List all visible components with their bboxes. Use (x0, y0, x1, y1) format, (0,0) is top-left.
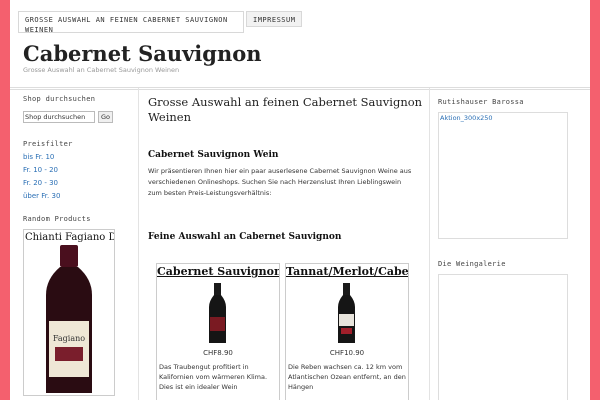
product-price: CHF10.90 (329, 349, 365, 357)
site-title[interactable]: Cabernet Sauvignon (23, 41, 262, 66)
main-content: Grosse Auswahl an feinen Cabernet Sauvig… (148, 95, 428, 242)
random-product-card[interactable]: Chianti Fagiano DOCG Fagiano (23, 229, 115, 396)
product-card[interactable]: Cabernet Sauvignon California CHF8.90 Da… (156, 263, 280, 400)
product-card[interactable]: Tannat/Merlot/Cabernet Franc, Maldonado … (285, 263, 409, 400)
ad-banner-box[interactable]: Aktion_300x250 (438, 112, 568, 239)
price-link-10-20[interactable]: Fr. 10 - 20 (23, 166, 138, 174)
price-link-over-30[interactable]: über Fr. 30 (23, 192, 138, 200)
random-product-title[interactable]: Chianti Fagiano DOCG (24, 230, 114, 243)
intro-text: Wir präsentieren Ihnen hier ein paar aus… (148, 167, 412, 197)
weingalerie-box[interactable] (438, 274, 568, 400)
top-navigation: GROSSE AUSWAHL AN FEINEN CABERNET SAUVIG… (18, 11, 303, 34)
product-bottle-image[interactable] (157, 281, 279, 345)
site-description: Grosse Auswahl an Cabernet Sauvignon Wei… (23, 66, 180, 74)
weingalerie-widget-title: Die Weingalerie (438, 260, 506, 268)
product-bottle-image[interactable] (286, 281, 408, 345)
product-price: CHF8.90 (203, 349, 233, 357)
bottle-label-text: Fagiano (53, 334, 85, 343)
intro-heading: Cabernet Sauvignon Wein (148, 150, 279, 160)
right-sidebar: Rutishauser Barossa Aktion_300x250 Die W… (438, 98, 568, 400)
column-divider-left (138, 88, 139, 400)
rutishauser-widget-title: Rutishauser Barossa (438, 98, 524, 106)
product-description: Das Traubengut profitiert in Kalifornien… (159, 363, 268, 391)
wine-bottle-image[interactable]: Fagiano (24, 243, 114, 393)
nav-tab-impressum[interactable]: IMPRESSUM (246, 11, 303, 27)
product-description: Die Reben wachsen ca. 12 km vom Atlantis… (288, 363, 406, 391)
nav-tab-home[interactable]: GROSSE AUSWAHL AN FEINEN CABERNET SAUVIG… (18, 11, 244, 34)
section-heading: Feine Auswahl an Cabernet Sauvignon (148, 232, 342, 242)
price-link-under-10[interactable]: bis Fr. 10 (23, 153, 138, 161)
page: GROSSE AUSWAHL AN FEINEN CABERNET SAUVIG… (10, 0, 590, 400)
ad-image-link[interactable]: Aktion_300x250 (439, 113, 567, 123)
search-form: Shop durchsuchen Go (23, 111, 138, 123)
left-sidebar: Shop durchsuchen Shop durchsuchen Go Pre… (23, 95, 138, 396)
random-products-title: Random Products (23, 215, 91, 223)
column-divider-right (429, 88, 430, 400)
product-title[interactable]: Cabernet Sauvignon California (157, 265, 279, 279)
header-divider-2 (10, 89, 590, 90)
search-widget-title: Shop durchsuchen (23, 95, 96, 103)
product-title[interactable]: Tannat/Merlot/Cabernet Franc, Maldonado (286, 265, 408, 279)
price-link-20-30[interactable]: Fr. 20 - 30 (23, 179, 138, 187)
search-input[interactable]: Shop durchsuchen (23, 111, 95, 123)
search-go-button[interactable]: Go (98, 111, 114, 123)
header-divider (10, 87, 590, 88)
page-title: Grosse Auswahl an feinen Cabernet Sauvig… (148, 95, 423, 124)
price-filter-list: bis Fr. 10 Fr. 10 - 20 Fr. 20 - 30 über … (23, 153, 138, 200)
price-filter-title: Preisfilter (23, 140, 73, 148)
